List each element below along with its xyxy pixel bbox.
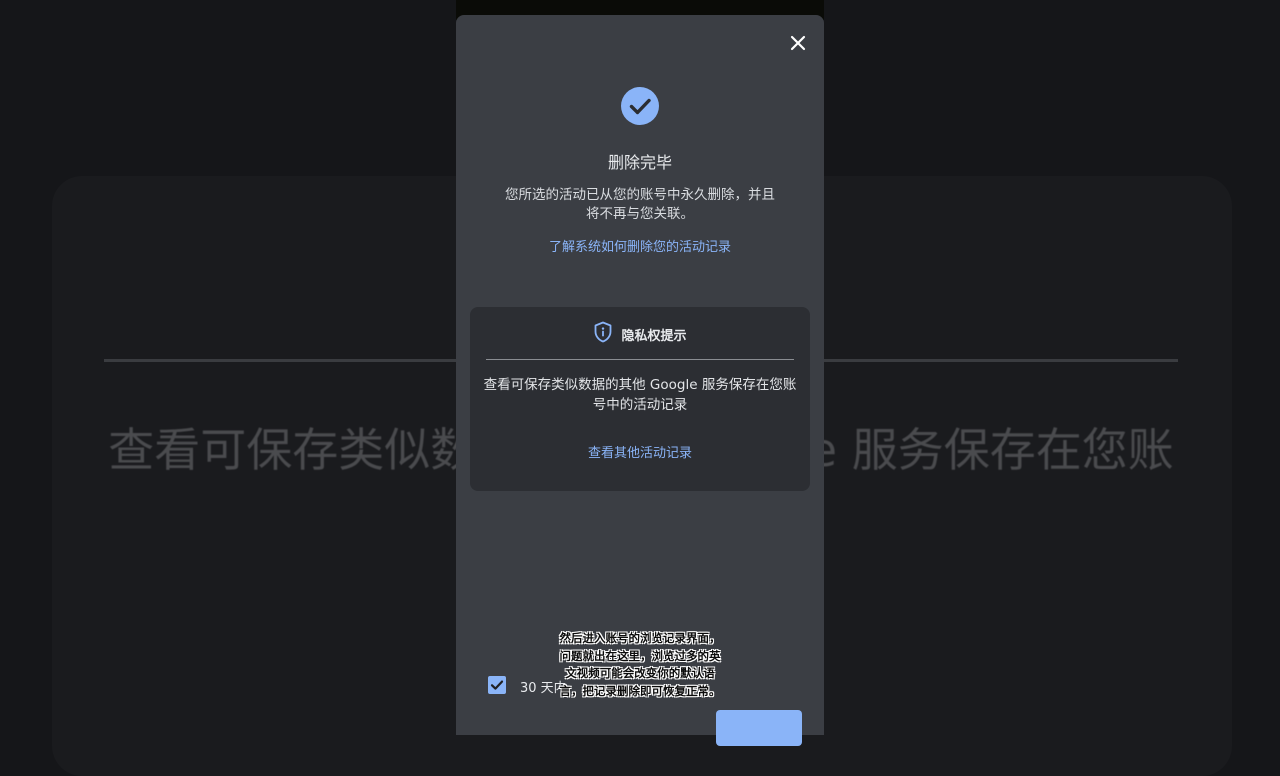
privacy-card-header: 隐私权提示 <box>470 321 810 347</box>
days-checkbox[interactable] <box>488 676 506 694</box>
primary-action-button[interactable] <box>716 710 802 746</box>
privacy-card-title: 隐私权提示 <box>621 328 687 344</box>
deletion-complete-dialog: 删除完毕 您所选的活动已从您的账号中永久删除，并且将不再与您关联。 了解系统如何… <box>456 15 824 746</box>
view-other-activity-link[interactable]: 查看其他活动记录 <box>470 442 810 461</box>
dialog-title: 删除完毕 <box>607 153 672 172</box>
close-icon[interactable] <box>786 31 810 55</box>
shield-info-icon <box>593 321 613 347</box>
privacy-card-divider <box>486 359 794 360</box>
check-circle-icon <box>621 87 659 125</box>
video-caption: 然后进入账号的浏览记录界面，问题就出在这里，浏览过多的英文视频可能会改变你的默认… <box>559 631 721 698</box>
privacy-reminder-card: 隐私权提示 查看可保存类似数据的其他 Google 服务保存在您账号中的活动记录… <box>470 307 810 491</box>
privacy-card-description: 查看可保存类似数据的其他 Google 服务保存在您账号中的活动记录 <box>483 377 797 413</box>
dialog-description: 您所选的活动已从您的账号中永久删除，并且将不再与您关联。 <box>505 187 775 222</box>
learn-deletion-link[interactable]: 了解系统如何删除您的活动记录 <box>456 236 824 255</box>
